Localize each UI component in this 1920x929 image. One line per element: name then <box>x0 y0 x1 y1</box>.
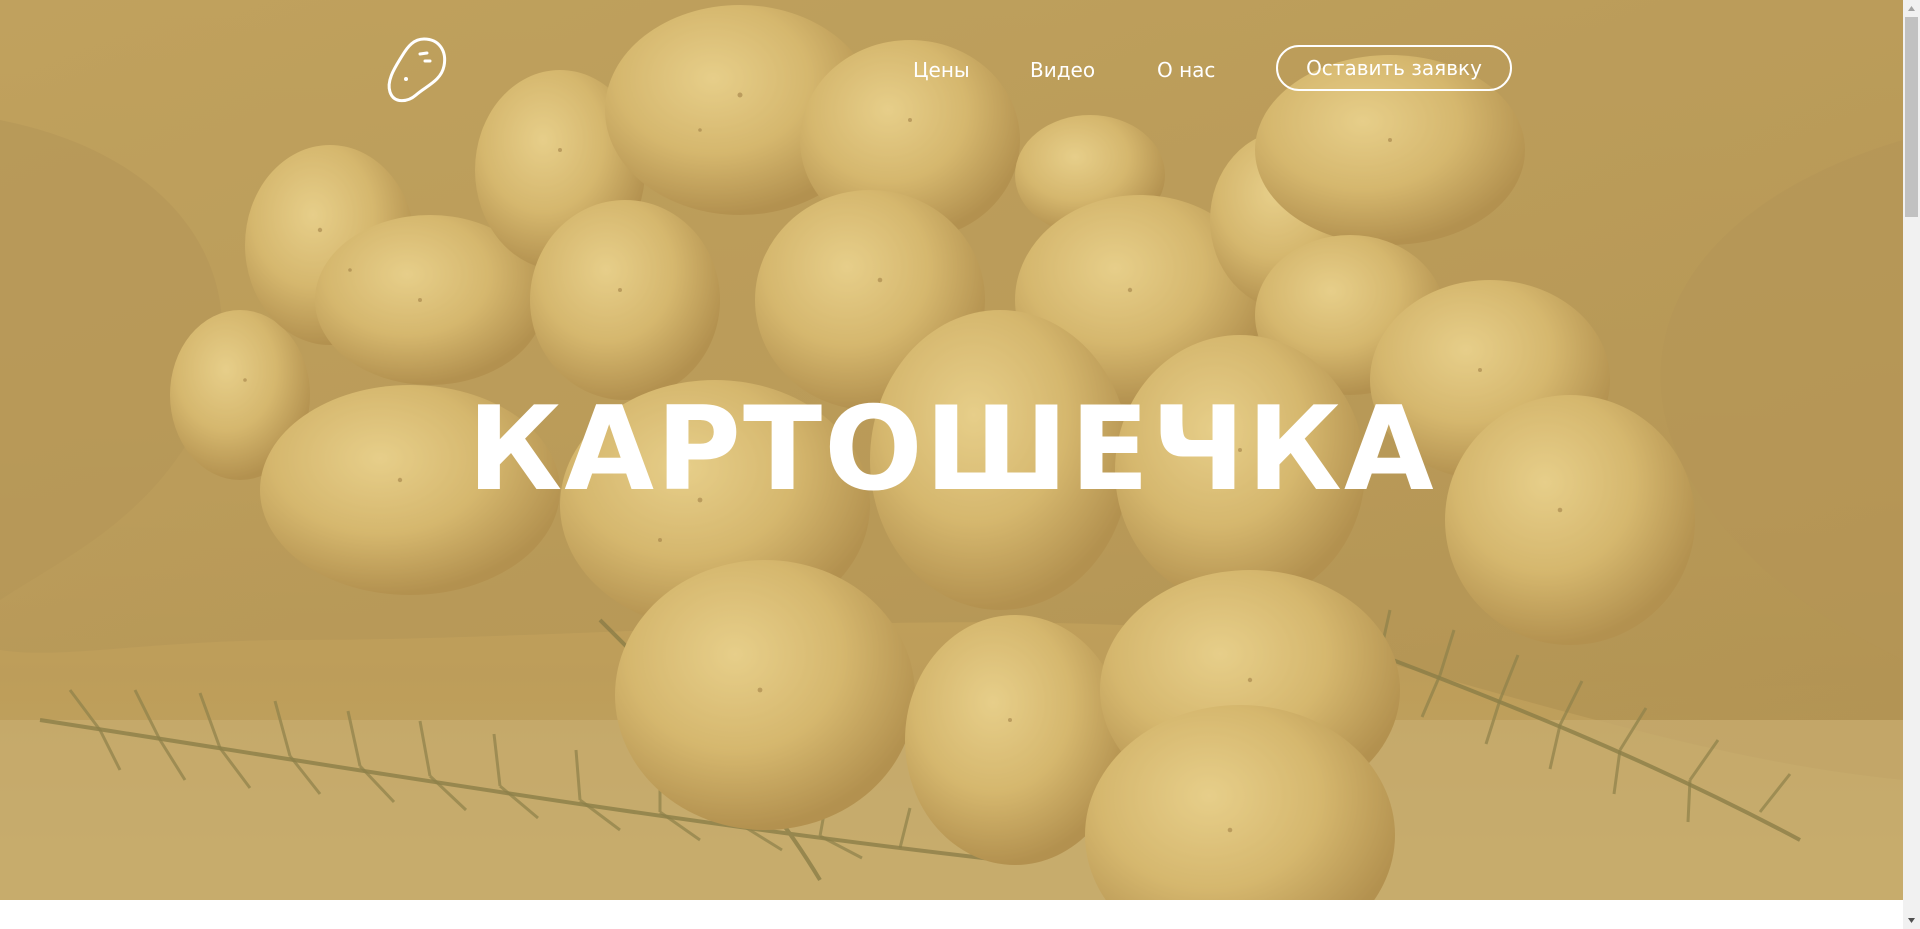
site-header: Цены Видео О нас Оставить заявку <box>0 0 1903 140</box>
hero-title: КАРТОШЕЧКА <box>467 382 1436 517</box>
nav-link-video[interactable]: Видео <box>1030 56 1095 84</box>
nav-link-about[interactable]: О нас <box>1157 56 1215 84</box>
scrollbar-thumb[interactable] <box>1905 17 1918 217</box>
scroll-down-arrow-icon[interactable] <box>1903 912 1920 929</box>
hero-section: Цены Видео О нас Оставить заявку КАРТОШЕ… <box>0 0 1903 900</box>
submit-request-button[interactable]: Оставить заявку <box>1276 45 1512 91</box>
scroll-up-arrow-icon[interactable] <box>1903 0 1920 17</box>
page: Цены Видео О нас Оставить заявку КАРТОШЕ… <box>0 0 1903 929</box>
potato-logo-icon[interactable] <box>384 34 450 106</box>
vertical-scrollbar[interactable] <box>1903 0 1920 929</box>
nav-link-prices[interactable]: Цены <box>913 56 970 84</box>
